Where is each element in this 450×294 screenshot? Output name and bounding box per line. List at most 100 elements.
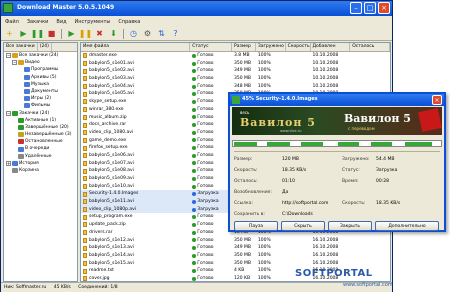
status-cell: Готово — [190, 90, 232, 98]
info-value: 00:28 — [376, 179, 389, 184]
status-cell: Готово — [190, 67, 232, 75]
tree-item[interactable]: Документы — [4, 88, 77, 95]
pause-button[interactable]: ❚❚ — [31, 28, 44, 39]
tree-item[interactable]: − Видео — [4, 59, 77, 66]
file-name-cell: game_demo.exe — [81, 137, 190, 145]
menu-item[interactable]: Инструменты — [75, 19, 111, 25]
menu-item[interactable]: Вид — [56, 19, 66, 25]
schedule-button[interactable]: ◷ — [128, 28, 139, 39]
status-cell: Готово — [190, 137, 232, 145]
status-cell: Готово — [190, 160, 232, 168]
table-row[interactable]: babylon5_s1e13.avi Готово 349 MB 100% 16.10.… — [81, 244, 390, 252]
table-row[interactable]: dmaster.exe Готово 3.8 MB 100% 10.10.2008 — [81, 52, 390, 60]
added-cell: 10.10.2008 — [312, 76, 339, 82]
maximize-button[interactable]: □ — [364, 2, 376, 14]
table-row[interactable]: babylon5_s1e14.avi Готово 350 MB 100% 16.10.… — [81, 252, 390, 260]
table-row[interactable]: babylon5_s1e12.avi Готово 350 MB 100% 16.10.… — [81, 237, 390, 245]
file-name-cell: babylon5_s1e15.avi — [81, 260, 190, 268]
file-name-cell: babylon5_s1e08.avi — [81, 167, 190, 175]
menu-item[interactable]: Файл — [5, 19, 19, 25]
settings-button[interactable]: ⚙ — [142, 28, 153, 39]
tree-item[interactable]: − Все закачки (24) — [4, 52, 77, 59]
menu-item[interactable]: Справка — [118, 19, 140, 25]
tree-item[interactable]: Завершённые (20) — [4, 124, 77, 131]
file-name: docs_archive.rar — [89, 122, 127, 128]
column-header[interactable]: Размер — [232, 43, 256, 51]
dialog-close-button[interactable]: × — [432, 95, 442, 105]
column-header[interactable]: Скорость — [286, 43, 311, 51]
table-row[interactable]: babylon5_s1e01.avi Готово 350 MB 100% 10.10.… — [81, 60, 390, 68]
tree-item[interactable]: Музыка — [4, 81, 77, 88]
size-cell: 4 KB — [234, 268, 245, 274]
tree-item[interactable]: Остановленные — [4, 138, 77, 145]
tree-toggle-icon[interactable]: − — [6, 110, 11, 116]
pause-all-button[interactable]: ❚❚ — [79, 28, 92, 39]
delete-button[interactable]: ✖ — [94, 28, 105, 39]
column-header[interactable]: Загружено — [256, 43, 286, 51]
file-name: firefox_setup.exe — [89, 145, 128, 151]
file-name-cell: music_album.zip — [81, 114, 190, 122]
status-cell: Загрузка — [190, 206, 232, 214]
stop-button[interactable]: ■ — [46, 28, 57, 39]
table-row[interactable]: babylon5_s1e15.avi Готово 350 MB 100% 16.10.… — [81, 260, 390, 268]
table-row[interactable]: babylon5_s1e04.avi Готово 348 MB 100% 10.10.… — [81, 83, 390, 91]
file-name: babylon5_s1e06.avi — [89, 152, 134, 158]
more-button[interactable]: Дополнительно — [375, 221, 439, 231]
file-name: game_demo.exe — [89, 137, 127, 143]
settings-icon: ⚙ — [143, 29, 152, 38]
close-dialog-button[interactable]: Закрыть — [328, 221, 372, 231]
status-cell: Готово — [190, 237, 232, 245]
tree-item[interactable]: В очереди — [4, 145, 77, 152]
help-button[interactable]: ? — [170, 28, 181, 39]
table-row[interactable]: babylon5_s1e03.avi Готово 350 MB 100% 10.10.… — [81, 75, 390, 83]
menu-item[interactable]: Закачки — [27, 19, 49, 25]
file-icon — [83, 122, 87, 128]
move-down-button[interactable]: ⬇ — [108, 28, 119, 39]
speed-cell — [286, 260, 311, 268]
tree-toggle-icon[interactable]: − — [12, 60, 17, 66]
pause-button[interactable]: Пауза — [234, 221, 278, 231]
tree-item[interactable]: Незавершённые (3) — [4, 131, 77, 138]
table-row[interactable]: babylon5_s1e02.avi Готово 349 MB 100% 10.10.… — [81, 67, 390, 75]
downloaded-cell: 100% — [257, 68, 271, 74]
column-header[interactable]: Добавлен — [311, 43, 351, 51]
minimize-button[interactable]: – — [350, 2, 362, 14]
remaining-cell — [350, 67, 390, 75]
status-text: Готово — [197, 91, 214, 97]
status-cell: Готово — [190, 252, 232, 260]
category-tree[interactable]: Все закачки (24) − Все закачки (24) − Видео… — [3, 42, 78, 282]
start-button[interactable]: ▶ — [18, 28, 29, 39]
tree-toggle-icon[interactable]: − — [6, 53, 11, 59]
folder-icon — [24, 81, 30, 87]
tree-item[interactable]: Удалённые — [4, 153, 77, 160]
tree-item[interactable]: − Закачки (24) — [4, 110, 77, 117]
column-header[interactable]: Статус — [190, 43, 232, 51]
downloaded-cell: 100% — [257, 76, 271, 82]
column-header[interactable]: Имя файла — [81, 43, 191, 51]
tree-item[interactable]: Игры (2) — [4, 95, 77, 102]
close-button[interactable]: × — [378, 2, 390, 14]
status-text: Готово — [197, 122, 214, 128]
tree-toggle-icon[interactable]: + — [6, 160, 11, 166]
status-speed: 45 KB/s — [53, 285, 71, 290]
tree-item[interactable]: Фильмы — [4, 102, 77, 109]
tree-item[interactable]: + История — [4, 160, 77, 167]
file-name-cell: video_clip_1080.avi — [81, 129, 190, 137]
advert-banner[interactable]: весь Вавилон 5 www.divx.ru Вавилон 5 с п… — [232, 107, 442, 135]
folder-icon — [18, 139, 24, 145]
downloaded-cell: 100% — [257, 237, 271, 243]
banner-sub: весь — [240, 110, 250, 115]
tree-item[interactable]: Программы — [4, 66, 77, 73]
start-all-button[interactable]: ▶ — [66, 28, 77, 39]
tree-item[interactable]: Архивы (5) — [4, 74, 77, 81]
size-cell: 350 MB — [234, 237, 251, 243]
add-download-button[interactable]: + — [4, 28, 15, 39]
folder-icon — [12, 168, 18, 174]
tree-item[interactable]: Активные (1) — [4, 117, 77, 124]
column-header[interactable]: Осталось — [350, 43, 390, 51]
speed-button[interactable]: ⇅ — [156, 28, 167, 39]
tree-item[interactable]: Корзина — [4, 167, 77, 174]
file-name-cell: babylon5_s1e03.avi — [81, 75, 190, 83]
file-name: drivers.rar — [89, 229, 113, 235]
hide-button[interactable]: Скрыть — [281, 221, 325, 231]
